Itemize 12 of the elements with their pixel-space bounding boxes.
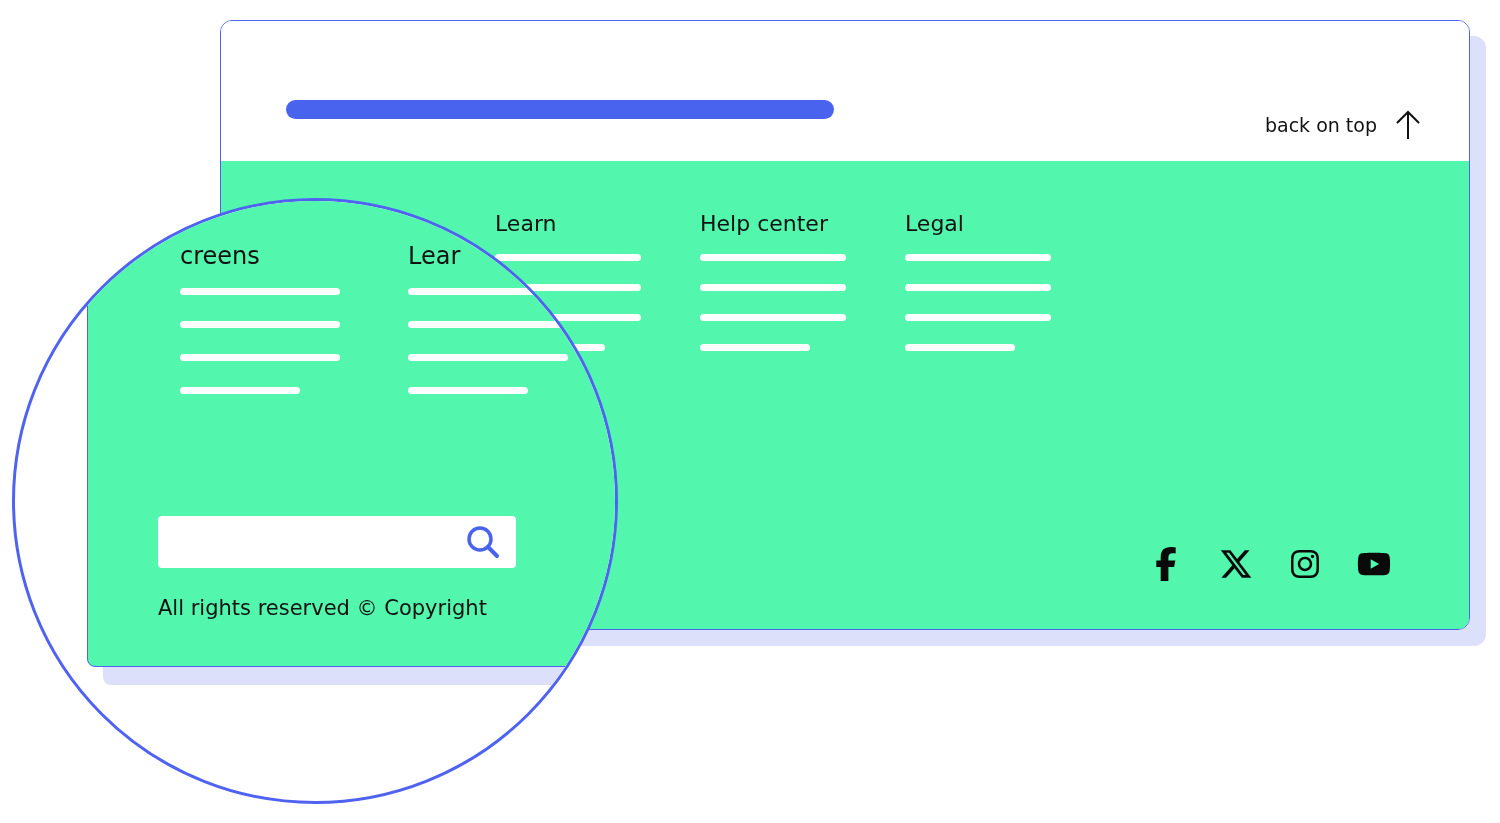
column-heading: Legal (905, 211, 965, 236)
column-heading: Learn (495, 211, 558, 236)
copyright-text: All rights reserved © Copyright (158, 596, 488, 620)
column-heading: Help center (700, 211, 829, 236)
x-logo-icon[interactable] (1219, 547, 1253, 581)
back-to-top-link[interactable]: back on top (1264, 110, 1421, 140)
instagram-icon[interactable] (1289, 548, 1321, 580)
arrow-up-icon (1395, 110, 1421, 140)
column-heading: creens (180, 242, 261, 270)
column-heading: Lear (408, 242, 462, 270)
search-icon (466, 525, 500, 559)
search-field[interactable] (158, 516, 516, 568)
